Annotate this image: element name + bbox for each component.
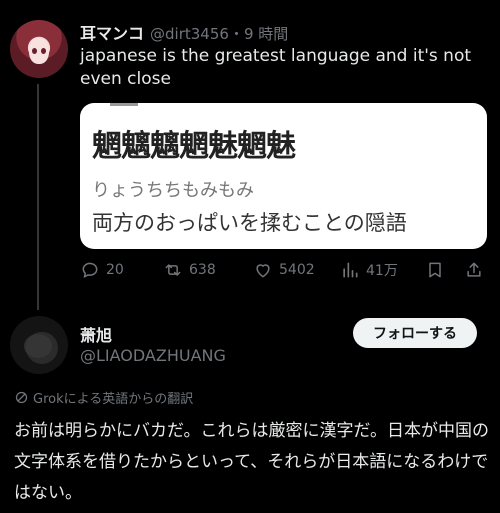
image-reading: りょうちちもみもみ [92, 180, 254, 201]
thread-line [37, 84, 39, 310]
share-button[interactable] [464, 259, 484, 281]
reply-text: お前は明らかにバカだ。これらは厳密に漢字だ。日本が中国の文字体系を借りたからとい… [14, 421, 489, 503]
post-image[interactable]: 魍魑魑魍魅魍魅 りょうちちもみもみ 両方のおっぱいを揉むことの隠語 [80, 103, 487, 249]
author-handle[interactable]: @dirt3456 [150, 25, 229, 43]
translation-note[interactable]: Grokによる英語からの翻訳 [14, 388, 193, 407]
image-kanji: 魍魑魑魍魅魍魅 [92, 129, 296, 164]
views-count: 41万 [366, 263, 398, 279]
follow-button[interactable]: フォローする [353, 318, 477, 348]
image-meaning: 両方のおっぱいを揉むことの隠語 [92, 211, 407, 235]
avatar[interactable] [10, 20, 68, 78]
repost-icon [165, 264, 181, 276]
reply-author-name[interactable]: 萧旭 [80, 322, 112, 346]
like-icon [256, 264, 270, 278]
like-count: 5402 [279, 262, 315, 278]
post-header: 耳マンコ @dirt3456 ・9 時間 [80, 20, 288, 44]
share-icon [467, 262, 481, 277]
repost-count: 638 [189, 262, 216, 278]
image-tab-mark [110, 103, 138, 106]
reply-author-handle[interactable]: @LIAODAZHUANG [80, 346, 226, 365]
translation-label: Grokによる英語からの翻訳 [33, 392, 194, 407]
avatar-shade [24, 334, 52, 358]
post-text: japanese is the greatest language and it… [80, 46, 472, 89]
repost-button[interactable]: 638 [163, 259, 216, 281]
grok-icon [15, 391, 28, 404]
post-time[interactable]: ・9 時間 [229, 23, 288, 44]
reply-count: 20 [106, 262, 124, 278]
views-icon [343, 262, 358, 278]
avatar-eye [41, 48, 46, 54]
bookmark-icon [429, 262, 441, 278]
author-name[interactable]: 耳マンコ [80, 20, 144, 44]
reply-icon [82, 262, 98, 279]
like-button[interactable]: 5402 [253, 259, 315, 281]
reply-button[interactable]: 20 [80, 259, 124, 281]
bookmark-button[interactable] [425, 259, 445, 281]
views-button[interactable]: 41万 [340, 259, 398, 281]
avatar[interactable] [10, 316, 68, 374]
avatar-eye [32, 48, 37, 54]
